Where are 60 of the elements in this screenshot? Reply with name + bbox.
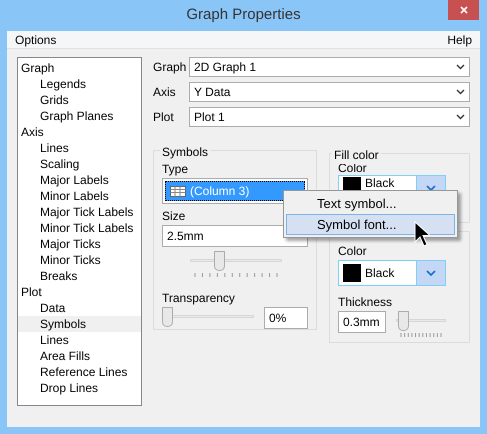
tree-item[interactable]: Major Ticks (18, 236, 141, 252)
window-title: Graph Properties (186, 5, 301, 26)
color-dropdown[interactable]: Black (338, 260, 446, 286)
menu-item[interactable]: Symbol font... (286, 214, 455, 235)
tree-item[interactable]: Symbols (18, 316, 141, 332)
menu-item[interactable]: Help (447, 30, 472, 48)
close-icon (460, 6, 468, 14)
chevron-down-icon (426, 270, 436, 276)
tree-item[interactable]: Minor Tick Labels (18, 220, 141, 236)
color-name: Black (365, 265, 394, 282)
slider-track[interactable] (162, 307, 254, 329)
field-label: Plot (153, 109, 175, 126)
field-label: Axis (153, 84, 177, 101)
slider-thumb[interactable] (398, 311, 409, 331)
chevron-down-icon (426, 185, 436, 191)
tree-item[interactable]: Graph (18, 60, 141, 76)
dropdown-field[interactable]: Y Data (189, 82, 470, 102)
chevron-down-icon (456, 64, 465, 70)
type-value: (Column 3) (190, 183, 250, 200)
menu-item[interactable]: Options (15, 30, 56, 48)
table-icon (170, 186, 186, 197)
tree-item[interactable]: Grids (18, 92, 141, 108)
tree-item[interactable]: Major Labels (18, 172, 141, 188)
close-button[interactable] (448, 0, 479, 20)
size-field[interactable]: 2.5mm (162, 225, 308, 247)
tree-item[interactable]: Minor Labels (18, 188, 141, 204)
dropdown-field[interactable]: 2D Graph 1 (189, 57, 470, 77)
field-label: Thickness (338, 294, 394, 311)
tree-item[interactable]: Legends (18, 76, 141, 92)
chevron-down-icon (456, 114, 465, 120)
tree-item[interactable]: Minor Ticks (18, 252, 141, 268)
color-name: Black (365, 177, 394, 189)
tree-item[interactable]: Breaks (18, 268, 141, 284)
mouse-cursor-icon (414, 221, 430, 247)
field-label: Type (162, 161, 190, 178)
tree-item[interactable]: Reference Lines (18, 364, 141, 380)
tree-item[interactable]: Graph Planes (18, 108, 141, 124)
dropdown-field[interactable]: Plot 1 (189, 107, 470, 127)
tree-item[interactable]: Data (18, 300, 141, 316)
slider-track[interactable] (190, 251, 282, 273)
transparency-field[interactable]: 0% (264, 307, 308, 329)
chevron-down-icon (456, 89, 465, 95)
field-label: Color (338, 161, 367, 175)
tree-item[interactable]: Area Fills (18, 348, 141, 364)
tree-item[interactable]: Lines (18, 140, 141, 156)
tree-item[interactable]: Axis (18, 124, 141, 140)
field-label: Transparency (162, 290, 236, 307)
tree-item[interactable]: Drop Lines (18, 380, 141, 396)
thickness-field[interactable]: 0.3mm (338, 311, 386, 333)
field-label: Size (162, 208, 186, 226)
slider-thumb[interactable] (162, 307, 173, 327)
tree-item[interactable]: Lines (18, 332, 141, 348)
slider-thumb[interactable] (214, 251, 226, 271)
field-label: Graph (153, 59, 188, 76)
field-label: Color (338, 243, 368, 260)
tree-item[interactable]: Plot (18, 284, 141, 300)
dropdown-button[interactable] (416, 261, 445, 285)
slider-track[interactable] (396, 311, 446, 333)
tree-item[interactable]: Major Tick Labels (18, 204, 141, 220)
tree-item[interactable]: Scaling (18, 156, 141, 172)
